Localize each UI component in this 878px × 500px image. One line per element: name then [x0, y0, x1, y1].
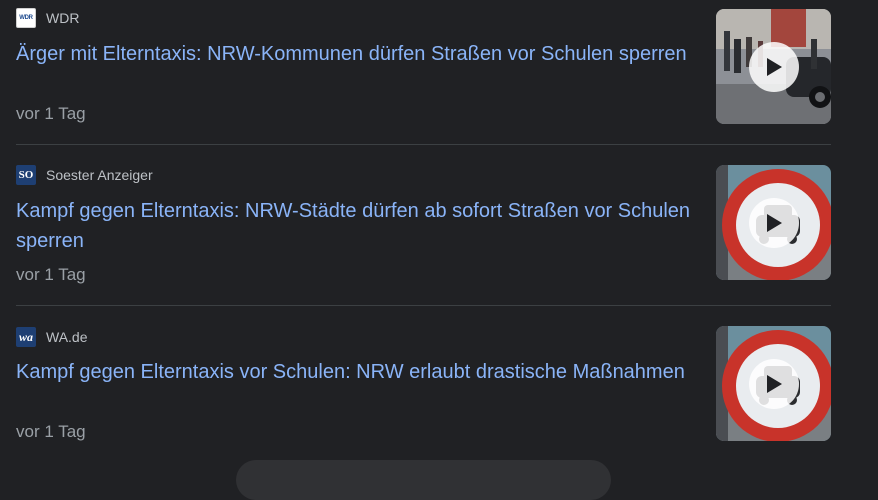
video-thumbnail[interactable]	[716, 165, 831, 280]
source-name: WA.de	[46, 329, 88, 345]
more-news-button[interactable]	[236, 460, 611, 500]
play-icon	[766, 213, 782, 232]
news-card[interactable]: WDR WDR Ärger mit Elterntaxis: NRW-Kommu…	[16, 0, 831, 145]
video-thumbnail[interactable]	[716, 326, 831, 441]
source-name: Soester Anzeiger	[46, 167, 153, 183]
source-name: WDR	[46, 10, 80, 26]
article-title-link[interactable]: Ärger mit Elterntaxis: NRW-Kommunen dürf…	[16, 39, 706, 69]
play-icon	[766, 57, 782, 76]
play-icon	[766, 374, 782, 393]
article-time: vor 1 Tag	[16, 265, 86, 284]
source-row: WDR WDR	[16, 8, 79, 28]
play-button[interactable]	[748, 41, 799, 92]
play-button[interactable]	[748, 197, 799, 248]
news-card[interactable]: wa WA.de Kampf gegen Elterntaxis vor Sch…	[16, 305, 831, 466]
source-row: wa WA.de	[16, 327, 88, 347]
wa-logo-icon: wa	[16, 327, 36, 347]
wdr-logo-icon: WDR	[16, 8, 36, 28]
source-row: SO Soester Anzeiger	[16, 165, 153, 185]
article-time: vor 1 Tag	[16, 104, 86, 123]
news-card[interactable]: SO Soester Anzeiger Kampf gegen Elternta…	[16, 144, 831, 305]
article-title-link[interactable]: Kampf gegen Elterntaxis vor Schulen: NRW…	[16, 357, 706, 387]
video-thumbnail[interactable]	[716, 9, 831, 124]
article-title-link[interactable]: Kampf gegen Elterntaxis: NRW-Städte dürf…	[16, 196, 706, 256]
play-button[interactable]	[748, 358, 799, 409]
soester-anzeiger-logo-icon: SO	[16, 165, 36, 185]
article-time: vor 1 Tag	[16, 422, 86, 441]
